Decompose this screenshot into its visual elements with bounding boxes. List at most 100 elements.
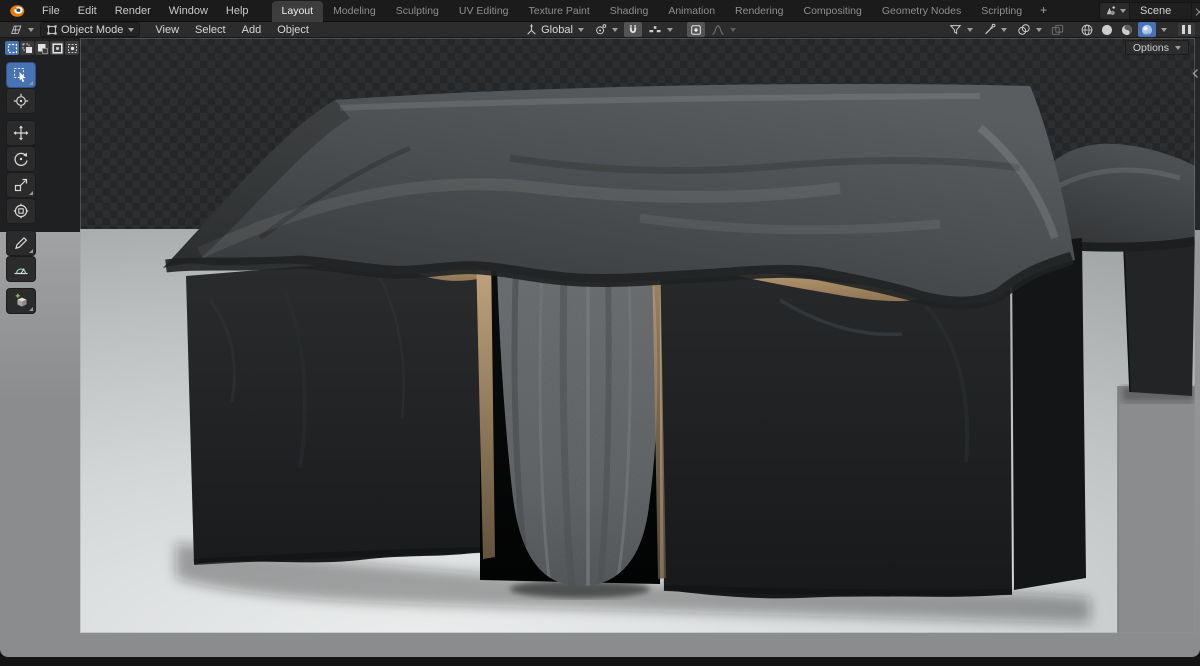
- shading-wireframe-icon: [1081, 24, 1093, 35]
- gizmos-dropdown[interactable]: [979, 23, 1011, 37]
- pivot-point-icon: [596, 24, 607, 35]
- select-mode-subtract[interactable]: [35, 41, 49, 55]
- annotate-pencil-icon: [15, 236, 28, 250]
- tab-texture-paint[interactable]: Texture Paint: [519, 1, 600, 22]
- snap-toggle[interactable]: [623, 22, 642, 37]
- rendered-scene[interactable]: [80, 38, 1195, 633]
- chevron-down-icon: [1001, 27, 1007, 32]
- options-button[interactable]: Options: [1124, 40, 1189, 55]
- scene-selector: Scene: [1099, 2, 1200, 20]
- shading-wireframe-button[interactable]: [1078, 22, 1096, 37]
- add-workspace-button[interactable]: +: [1032, 0, 1055, 22]
- tool-measure[interactable]: [7, 257, 35, 281]
- magnet-icon: [629, 24, 636, 33]
- menu-select[interactable]: Select: [188, 22, 233, 38]
- sidebar-toggle-icon[interactable]: [1192, 68, 1199, 79]
- chevron-down-icon: [1161, 27, 1167, 32]
- tool-rotate[interactable]: [7, 147, 35, 171]
- pivot-point-dropdown[interactable]: [590, 23, 622, 37]
- tab-rendering[interactable]: Rendering: [725, 1, 793, 22]
- tool-annotate[interactable]: [7, 231, 35, 255]
- menu-render[interactable]: Render: [106, 2, 160, 20]
- menu-help[interactable]: Help: [217, 2, 258, 20]
- tab-shading[interactable]: Shading: [600, 1, 659, 22]
- snap-target-dropdown[interactable]: [644, 23, 677, 37]
- menu-add[interactable]: Add: [235, 22, 269, 38]
- select-extend-icon: [22, 43, 32, 53]
- tab-sculpting[interactable]: Sculpting: [386, 1, 449, 22]
- mode-label: Object Mode: [61, 23, 124, 36]
- select-invert-icon: [51, 42, 63, 54]
- select-mode-extend[interactable]: [20, 41, 34, 55]
- topbar: File Edit Render Window Help Layout Mode…: [0, 0, 1200, 22]
- chevron-down-icon: [666, 27, 673, 32]
- add-cube-icon: [15, 293, 27, 307]
- tool-scale[interactable]: [7, 173, 35, 197]
- viewport-3d[interactable]: Options: [0, 38, 1200, 657]
- scene-unlink-icon[interactable]: [1192, 2, 1200, 20]
- filter-funnel-icon: [949, 25, 962, 35]
- orientation-global-icon: [527, 23, 536, 35]
- tab-compositing[interactable]: Compositing: [794, 1, 872, 22]
- proportional-falloff-dropdown[interactable]: [707, 23, 740, 37]
- tab-animation[interactable]: Animation: [658, 1, 725, 22]
- blender-window: File Edit Render Window Help Layout Mode…: [0, 0, 1200, 666]
- orientation-label: Global: [541, 23, 573, 36]
- editor-type-button[interactable]: [5, 23, 38, 37]
- select-subtract-icon: [37, 43, 48, 54]
- tab-geometry-nodes[interactable]: Geometry Nodes: [872, 1, 971, 22]
- object-type-visibility-dropdown[interactable]: [945, 23, 977, 37]
- select-mode-set[interactable]: [5, 41, 19, 55]
- tent-side-wall: [1012, 238, 1086, 590]
- mode-dropdown[interactable]: Object Mode: [40, 22, 141, 37]
- select-box-icon: [14, 68, 26, 83]
- menu-edit[interactable]: Edit: [69, 2, 106, 20]
- menu-object[interactable]: Object: [270, 22, 316, 38]
- object-mode-icon: [47, 24, 57, 35]
- passepartout-right: [1195, 38, 1200, 657]
- shading-material-button[interactable]: [1118, 22, 1136, 37]
- menu-view[interactable]: View: [148, 22, 186, 38]
- menu-file[interactable]: File: [33, 2, 69, 20]
- chevron-down-icon: [1120, 9, 1126, 13]
- tool-select-box[interactable]: [7, 63, 35, 87]
- tab-layout[interactable]: Layout: [271, 0, 324, 22]
- chevron-down-icon: [28, 27, 34, 32]
- scene-icon: [1106, 6, 1115, 15]
- select-mode-invert[interactable]: [50, 41, 64, 55]
- pause-bars-icon[interactable]: [1178, 23, 1195, 36]
- proportional-editing-toggle[interactable]: [686, 22, 705, 37]
- blender-logo-icon[interactable]: [8, 4, 25, 18]
- menu-window[interactable]: Window: [160, 2, 217, 20]
- xray-toggle[interactable]: [1048, 22, 1066, 37]
- tool-move[interactable]: [7, 121, 35, 145]
- select-intersect-icon: [67, 43, 77, 53]
- tab-scripting[interactable]: Scripting: [971, 1, 1032, 22]
- chevron-down-icon: [128, 27, 135, 32]
- transform-orientation-dropdown[interactable]: Global: [521, 23, 588, 37]
- shading-dropdown[interactable]: [1158, 23, 1168, 37]
- proportional-editing-icon: [691, 24, 701, 35]
- select-mode-intersect[interactable]: [65, 41, 79, 55]
- editor-3d-viewport-icon: [11, 25, 22, 34]
- chevron-down-icon: [729, 27, 736, 32]
- tool-add-cube[interactable]: [7, 289, 35, 313]
- shading-solid-button[interactable]: [1098, 22, 1116, 37]
- scene-browse-button[interactable]: [1099, 2, 1130, 20]
- shading-rendered-button[interactable]: [1138, 22, 1156, 37]
- xray-icon: [1051, 24, 1063, 35]
- tool-cursor[interactable]: [7, 89, 35, 113]
- rotate-icon: [14, 152, 28, 167]
- status-bar: [0, 657, 1200, 666]
- tool-transform[interactable]: [7, 199, 35, 223]
- chevron-down-icon: [611, 27, 618, 32]
- overlays-dropdown[interactable]: [1013, 23, 1046, 37]
- scale-icon: [14, 178, 28, 192]
- tab-uv-editing[interactable]: UV Editing: [449, 1, 519, 22]
- select-set-icon: [7, 43, 17, 53]
- scene-name-field[interactable]: Scene: [1130, 2, 1192, 20]
- tab-modeling[interactable]: Modeling: [323, 1, 386, 22]
- chevron-down-icon: [1036, 27, 1042, 32]
- falloff-curve-icon: [712, 24, 724, 35]
- floor-edge-region: [1118, 386, 1195, 633]
